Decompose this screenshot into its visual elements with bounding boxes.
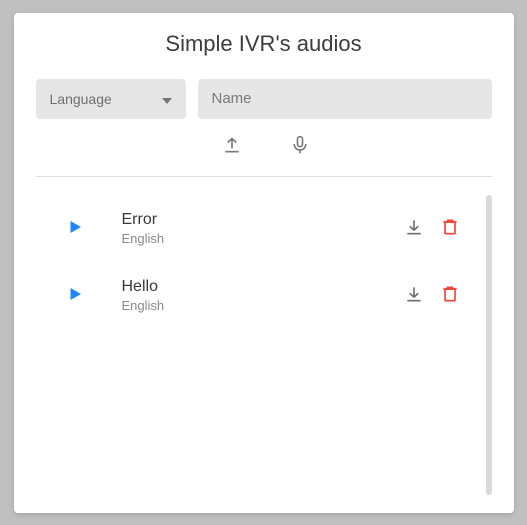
audio-title: Hello xyxy=(122,278,404,296)
list-item: Hello English xyxy=(36,262,468,329)
play-button[interactable] xyxy=(66,218,84,239)
audio-language: English xyxy=(122,298,404,313)
name-input[interactable] xyxy=(198,79,492,119)
download-icon xyxy=(404,225,424,240)
audio-language: English xyxy=(122,231,404,246)
play-button[interactable] xyxy=(66,285,84,306)
record-button[interactable] xyxy=(286,131,314,162)
language-select-label: Language xyxy=(50,91,112,107)
delete-button[interactable] xyxy=(440,284,460,307)
download-button[interactable] xyxy=(404,217,424,240)
upload-button[interactable] xyxy=(218,131,246,162)
row-text: Hello English xyxy=(122,278,404,313)
chevron-down-icon xyxy=(162,91,172,107)
upload-icon xyxy=(222,143,242,158)
trash-icon xyxy=(440,225,460,240)
mic-icon xyxy=(290,143,310,158)
play-icon xyxy=(66,291,84,306)
page-title: Simple IVR's audios xyxy=(36,31,492,57)
trash-icon xyxy=(440,292,460,307)
download-icon xyxy=(404,292,424,307)
filters-row: Language xyxy=(36,79,492,119)
row-actions xyxy=(404,217,460,240)
audio-title: Error xyxy=(122,211,404,229)
play-icon xyxy=(66,224,84,239)
download-button[interactable] xyxy=(404,284,424,307)
delete-button[interactable] xyxy=(440,217,460,240)
language-select[interactable]: Language xyxy=(36,79,186,119)
toolbar xyxy=(36,131,492,162)
list-wrap: Error English xyxy=(36,195,492,495)
row-text: Error English xyxy=(122,211,404,246)
divider xyxy=(36,176,492,177)
row-actions xyxy=(404,284,460,307)
audios-card: Simple IVR's audios Language xyxy=(14,13,514,513)
audio-list: Error English xyxy=(36,195,480,495)
scrollbar[interactable] xyxy=(486,195,492,495)
list-item: Error English xyxy=(36,195,468,262)
